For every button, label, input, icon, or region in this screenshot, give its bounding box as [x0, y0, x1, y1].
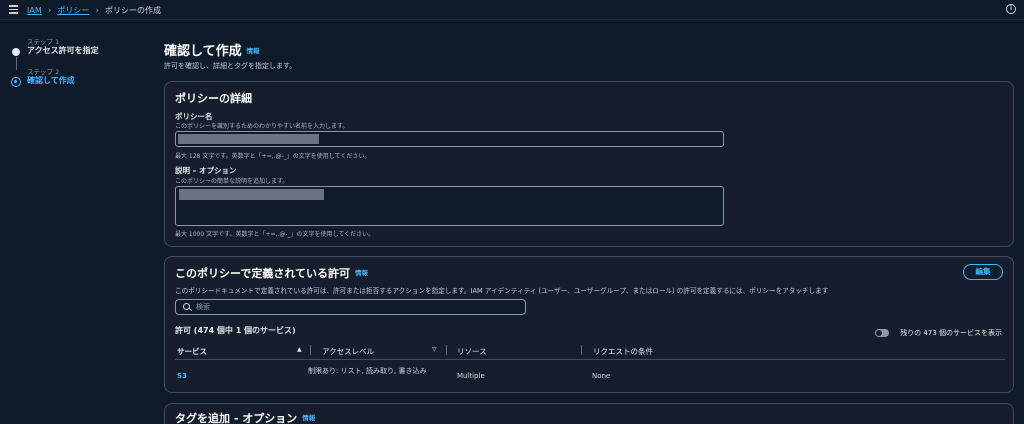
description-textarea[interactable] [175, 186, 724, 226]
step-1-title[interactable]: アクセス許可を指定 [27, 46, 150, 56]
page-title: 確認して作成 情報 [164, 40, 260, 59]
tags-title-text: タグを追加 - オプション [175, 412, 298, 424]
chevron-right-icon: › [47, 5, 52, 16]
search-icon [183, 303, 190, 310]
breadcrumb: IAM › ポリシー › ポリシーの作成 [27, 5, 161, 16]
top-navigation-bar: IAM › ポリシー › ポリシーの作成 i [0, 0, 1024, 20]
request-condition-header-text: リクエストの条件 [593, 347, 653, 356]
permissions-card: このポリシーで定義されている許可 情報 編集 このポリシードキュメントで定義されて… [164, 256, 1014, 393]
wizard-steps: ステップ 1 アクセス許可を指定 ステップ 2 確認して作成 [10, 38, 150, 98]
step-complete-icon [12, 48, 20, 56]
service-link[interactable]: S3 [177, 372, 187, 380]
page-title-text: 確認して作成 [164, 44, 242, 59]
permissions-title: このポリシーで定義されている許可 情報 [175, 265, 368, 281]
description-description: このポリシーの簡単な説明を追加します。 [175, 178, 289, 185]
page-info-link[interactable]: 情報 [247, 47, 260, 55]
menu-icon[interactable] [9, 5, 18, 14]
tags-card: タグを追加 - オプション 情報 [164, 403, 1014, 424]
step-1-label: ステップ 1 [27, 38, 60, 46]
step-1[interactable]: ステップ 1 アクセス許可を指定 [10, 38, 150, 70]
step-current-icon [11, 77, 21, 87]
policy-name-input[interactable] [175, 131, 724, 147]
request-condition-cell: None [592, 372, 611, 380]
column-header-access-level[interactable]: アクセスレベル [322, 346, 374, 357]
description-hint: 最大 1000 文字です。英数字と「+=,.@-_」の文字を使用してください。 [175, 231, 375, 238]
resource-cell: Multiple [457, 372, 485, 380]
tags-info-link[interactable]: 情報 [302, 414, 315, 422]
permissions-title-text: このポリシーで定義されている許可 [175, 267, 351, 280]
sort-ascending-icon[interactable]: ▲ [297, 346, 302, 353]
info-icon[interactable]: i [1006, 4, 1016, 14]
permissions-info-link[interactable]: 情報 [355, 269, 368, 277]
access-level-cell: 制限あり: リスト, 読み取り, 書き込み [308, 367, 427, 375]
column-header-resource: リソース [457, 346, 487, 357]
page-description: 許可を確認し、詳細とタグを指定します。 [164, 62, 297, 70]
filter-dropdown-icon[interactable]: ▽ [432, 346, 437, 353]
policy-name-description: このポリシーを識別するためのわかりやすい名前を入力します。 [175, 123, 349, 130]
search-input[interactable]: 検索 [175, 299, 526, 315]
step-2-title: 確認して作成 [27, 76, 75, 85]
description-label: 説明 – オプション [175, 166, 237, 175]
show-remaining-toggle[interactable] [875, 329, 889, 337]
chevron-right-icon: › [95, 5, 99, 16]
column-divider [581, 345, 582, 355]
step-2-label: ステップ 2 [27, 68, 60, 76]
column-divider [310, 345, 311, 355]
edit-button[interactable]: 編集 [963, 264, 1003, 280]
column-header-service[interactable]: サービス [177, 346, 207, 357]
search-placeholder: 検索 [196, 303, 210, 311]
access-level-header-text: アクセスレベル [322, 347, 375, 356]
step-2: ステップ 2 確認して作成 [10, 68, 150, 98]
policy-name-hint: 最大 128 文字です。英数字と「+=,.@-_」の文字を使用してください。 [175, 153, 371, 160]
resource-header-text: リソース [457, 347, 487, 356]
tags-title: タグを追加 - オプション 情報 [175, 410, 315, 424]
header-row-divider [175, 359, 1005, 360]
redacted-value [178, 134, 319, 144]
policy-details-card: ポリシーの詳細 ポリシー名 このポリシーを識別するためのわかりやすい名前を入力し… [164, 81, 1014, 247]
service-header-text: サービス [177, 347, 207, 356]
breadcrumb-current: ポリシーの作成 [104, 6, 161, 15]
policy-details-title: ポリシーの詳細 [175, 92, 252, 105]
column-header-request-condition: リクエストの条件 [593, 346, 653, 357]
permissions-count-label: 許可 (474 個中 1 個のサービス) [175, 326, 296, 335]
redacted-value [179, 189, 324, 200]
breadcrumb-policies[interactable]: ポリシー [57, 5, 89, 16]
breadcrumb-iam[interactable]: IAM [27, 6, 42, 15]
column-divider [446, 345, 447, 355]
permissions-description: このポリシードキュメントで定義されている許可は、許可または拒否するアクションを指… [175, 287, 829, 295]
show-remaining-label: 残りの 473 個のサービスを表示 [900, 329, 1002, 337]
